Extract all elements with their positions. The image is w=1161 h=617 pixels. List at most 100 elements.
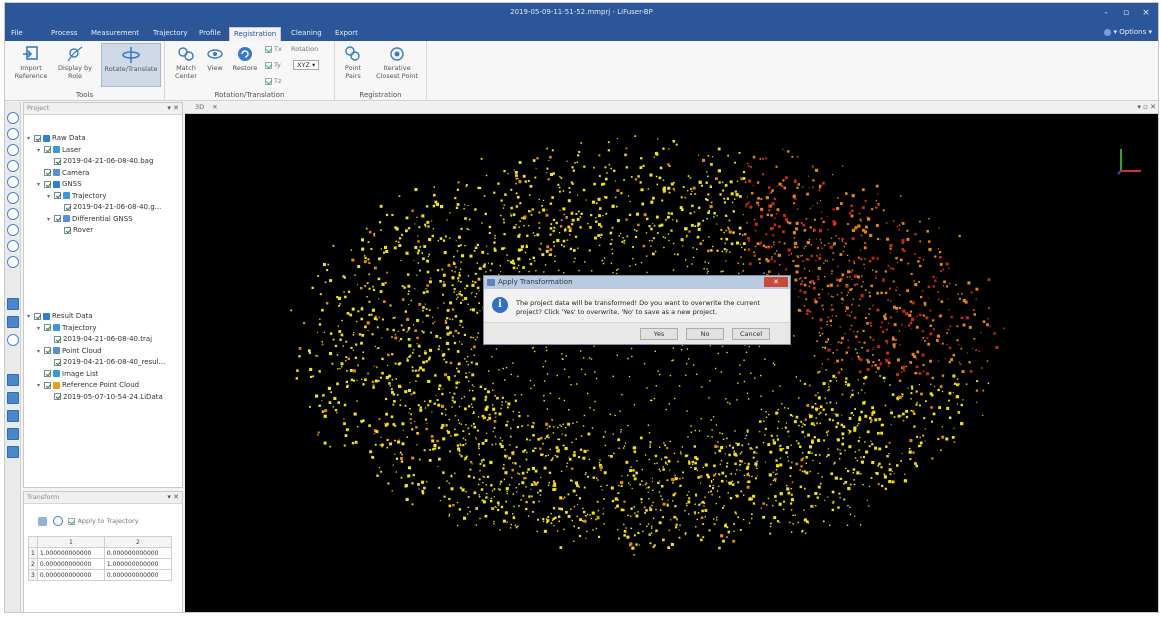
tree-item[interactable]: 2019-04-21-06-08-40.bag [47,156,153,167]
tree-checkbox[interactable] [44,370,51,377]
tool-measure-1-icon[interactable] [7,112,19,124]
tree-checkbox[interactable] [54,393,61,400]
point-pairs-button[interactable]: Point Pairs [339,43,367,87]
options-menu[interactable]: ▾ Options ▾ [1104,28,1152,36]
tool-measure-5-icon[interactable] [7,176,19,188]
tool-measure-2-icon[interactable] [7,128,19,140]
apply-to-trajectory-checkbox[interactable]: Apply to Trajectory [68,517,139,526]
ty-checkbox[interactable]: Ty [265,61,281,70]
tree-checkbox[interactable] [34,312,41,320]
tool-measure-6-icon[interactable] [7,192,19,204]
tree-item[interactable]: ▾ Point Cloud [37,346,102,357]
tab-process[interactable]: Process [47,27,82,41]
tool-measure-7-icon[interactable] [7,208,19,220]
yes-button[interactable]: Yes [640,328,678,340]
rotation-order-select[interactable]: XYZ ▾ [293,60,320,70]
view-button[interactable]: View [201,43,229,87]
tree-checkbox[interactable] [44,324,51,331]
tree-item[interactable]: ▾ Laser [37,145,81,156]
icp-button[interactable]: Iterative Closest Point [371,43,423,87]
table-row[interactable]: 2 0.000000000000 1.000000000000 [28,558,173,570]
tool-measure-9-icon[interactable] [7,240,19,252]
matrix-cell[interactable]: 0.000000000000 [103,547,173,559]
tool-panel-2-icon[interactable] [7,392,19,404]
tool-panel-5-icon[interactable] [7,446,19,458]
maximize-button[interactable]: ▫ [1118,6,1134,20]
refresh-icon[interactable] [53,516,64,526]
close-window-button[interactable]: × [1138,6,1154,20]
tree-checkbox[interactable] [54,157,61,165]
tree-checkbox[interactable] [44,180,51,188]
expand-arrow-icon[interactable]: ▾ [47,214,54,225]
tree-item[interactable]: ▾ GNSS [37,179,82,190]
tab-profile[interactable]: Profile [195,27,225,41]
tree-checkbox[interactable] [44,169,51,176]
tree-item[interactable]: ▾ Trajectory [37,323,97,334]
tx-checkbox[interactable]: Tx [265,45,282,54]
tool-measure-8-icon[interactable] [7,224,19,236]
transform-panel-controls[interactable]: ▾ ✕ [167,492,179,503]
viewport-tab-close-icon[interactable]: ✕ [212,103,217,111]
tree-checkbox[interactable] [54,358,61,366]
matrix-cell[interactable]: 0.000000000000 [36,569,105,581]
tool-measure-4-icon[interactable] [7,160,19,172]
tree-item[interactable]: ▾ Trajectory [47,191,107,202]
tree-item[interactable]: ▾ Result Data [27,311,93,322]
tool-measure-10-icon[interactable] [7,256,19,268]
viewport-controls[interactable]: ▾ ▫ ✕ [1137,102,1156,113]
tool-select-icon[interactable] [7,298,19,310]
tool-panel-1-icon[interactable] [7,374,19,386]
tool-measure-3-icon[interactable] [7,144,19,156]
tree-item[interactable]: ▾ Reference Point Cloud [37,380,139,391]
display-by-role-button[interactable]: Display by Role [57,43,93,87]
tab-trajectory[interactable]: Trajectory [149,27,192,41]
tab-file[interactable]: File [7,27,27,41]
cancel-button[interactable]: Cancel [732,328,770,340]
tree-item[interactable]: 2019-04-21-06-08-40.g... [57,202,161,213]
tree-item[interactable]: 2019-04-21-06-08-40_resul... [47,357,165,368]
tree-item[interactable]: ▾ Differential GNSS [47,214,133,225]
tree-checkbox[interactable] [54,192,61,199]
tool-panel-3-icon[interactable] [7,410,19,422]
match-center-button[interactable]: Match Center [171,43,201,87]
tree-checkbox[interactable] [54,335,61,343]
restore-button[interactable]: Restore [229,43,261,87]
expand-arrow-icon[interactable]: ▾ [37,346,44,357]
tree-item[interactable]: Rover [57,225,93,236]
tree-item[interactable]: ▾ Raw Data [27,133,86,144]
viewport-tab[interactable]: 3D [195,103,204,111]
tool-panel-4-icon[interactable] [7,428,19,440]
tree-checkbox[interactable] [44,347,51,354]
expand-arrow-icon[interactable]: ▾ [47,191,54,202]
tree-checkbox[interactable] [64,226,71,234]
rotate-translate-button[interactable]: Rotate/Translate [101,43,161,87]
tree-checkbox[interactable] [34,134,41,142]
tree-checkbox[interactable] [54,215,61,222]
tree-checkbox[interactable] [64,203,71,211]
expand-arrow-icon[interactable]: ▾ [37,380,44,391]
tab-registration[interactable]: Registration [229,27,282,41]
matrix-cell[interactable]: 1.000000000000 [36,547,105,559]
project-panel-controls[interactable]: ▾ ✕ [167,103,179,114]
expand-arrow-icon[interactable]: ▾ [37,323,44,334]
matrix-cell[interactable]: 1.000000000000 [103,558,173,570]
dialog-close-button[interactable]: ✕ [764,277,788,287]
expand-arrow-icon[interactable]: ▾ [27,311,34,322]
tree-checkbox[interactable] [44,381,51,389]
expand-arrow-icon[interactable]: ▾ [37,179,44,190]
no-button[interactable]: No [686,328,724,340]
tree-item[interactable]: 2019-05-07-10-54-24.LiData [47,392,163,403]
minimize-button[interactable]: - [1098,6,1114,20]
expand-arrow-icon[interactable]: ▾ [37,145,44,156]
tab-cleaning[interactable]: Cleaning [287,27,326,41]
tool-view-icon[interactable] [7,334,19,346]
tz-checkbox[interactable]: Tz [265,77,281,86]
tab-export[interactable]: Export [331,27,362,41]
tool-expand-icon[interactable] [7,316,19,328]
tab-measurement[interactable]: Measurement [87,27,143,41]
table-row[interactable]: 3 0.000000000000 0.000000000000 [28,569,173,581]
table-row[interactable]: 1 1.000000000000 0.000000000000 [28,547,173,559]
tree-item[interactable]: 2019-04-21-06-08-40.traj [47,334,152,345]
import-reference-button[interactable]: Import Reference [13,43,49,87]
expand-arrow-icon[interactable]: ▾ [27,133,34,144]
